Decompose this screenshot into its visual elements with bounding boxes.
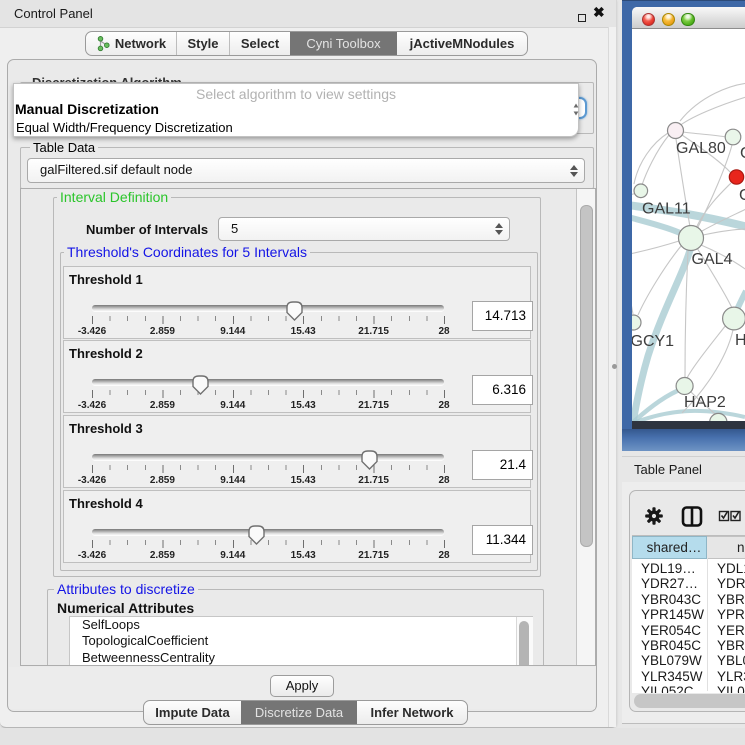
- svg-text:GCY1: GCY1: [632, 333, 674, 350]
- svg-text:GAL4: GAL4: [692, 251, 733, 268]
- svg-text:GAL80: GAL80: [676, 140, 726, 157]
- svg-text:GA: GA: [739, 187, 745, 204]
- svg-text:HAP2: HAP2: [684, 394, 726, 411]
- svg-text:HI: HI: [735, 332, 745, 349]
- svg-text:GA: GA: [740, 145, 745, 162]
- svg-text:GAL11: GAL11: [642, 201, 691, 218]
